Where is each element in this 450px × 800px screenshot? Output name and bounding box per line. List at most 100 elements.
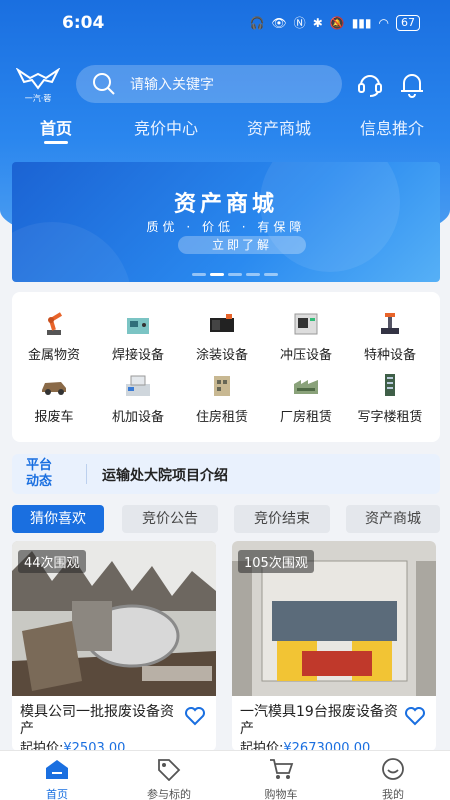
carousel-dot-active[interactable]	[210, 273, 224, 276]
bottom-nav-home[interactable]: 首页	[12, 757, 102, 800]
filter-tab-auction-ended[interactable]: 竞价结束	[234, 505, 330, 533]
listing-card[interactable]: 105次围观 一汽模具19台报废设备资产 起拍价:¥2673000.00	[232, 541, 436, 751]
brand-logo[interactable]: 一汽·蓉	[15, 67, 61, 104]
search-bar[interactable]: 请输入关键字	[76, 65, 342, 103]
tab-label: 首页	[40, 119, 73, 138]
category-label: 涂装设备	[195, 348, 248, 363]
top-header: 一汽·蓉 请输入关键字	[0, 62, 450, 106]
scrap-car-icon	[42, 382, 66, 395]
category-metal-materials[interactable]: 金属物资	[12, 310, 96, 363]
bottom-nav-label: 参与标的	[147, 788, 191, 800]
bottom-nav-label: 我的	[382, 788, 404, 800]
tab-label: 信息推介	[360, 119, 425, 138]
category-label: 金属物资	[27, 348, 80, 363]
banner-title: 资产商城	[173, 192, 278, 217]
carousel-dot[interactable]	[228, 273, 242, 276]
carousel-dot[interactable]	[246, 273, 260, 276]
news-divider	[86, 464, 87, 484]
office-icon	[385, 374, 395, 396]
robot-arm-icon	[47, 312, 63, 335]
category-label: 写字楼租赁	[357, 410, 423, 425]
tab-asset-mall[interactable]: 资产商城	[247, 115, 311, 139]
battery-indicator: 67	[396, 14, 420, 31]
housing-icon	[214, 376, 230, 396]
bottom-nav-participating[interactable]: 参与标的	[124, 757, 214, 800]
view-count-badge: 44次围观	[18, 550, 86, 573]
bottom-nav-profile[interactable]: 我的	[348, 757, 438, 800]
headphones-icon: 🎧	[249, 15, 265, 30]
category-label: 机加设备	[111, 410, 164, 425]
category-office-rental[interactable]: 写字楼租赁	[348, 372, 432, 425]
news-headline[interactable]: 运输处大院项目介绍	[102, 465, 228, 485]
listing-title: 模具公司一批报废设备资产	[20, 704, 174, 737]
bottom-nav-cart[interactable]: 购物车	[236, 757, 326, 800]
tab-label: 资产商城	[247, 119, 312, 138]
special-equipment-icon	[381, 313, 399, 334]
filter-tab-auction-notice[interactable]: 竞价公告	[122, 505, 218, 533]
carousel-dot[interactable]	[264, 273, 278, 276]
bottom-nav-label: 购物车	[264, 788, 298, 800]
status-time: 6:04	[62, 13, 105, 33]
cart-icon	[270, 759, 294, 779]
logo-text: 一汽·蓉	[24, 94, 52, 103]
wifi-icon: ◠	[378, 15, 389, 30]
heart-icon[interactable]	[184, 706, 206, 726]
search-icon	[93, 73, 115, 95]
category-machining-equipment[interactable]: 机加设备	[96, 372, 180, 425]
category-welding-equipment[interactable]: 焊接设备	[96, 310, 180, 363]
tab-info-promotion[interactable]: 信息推介	[360, 115, 424, 139]
category-stamping-equipment[interactable]: 冲压设备	[264, 310, 348, 363]
listing-title: 一汽模具19台报废设备资产	[240, 704, 398, 737]
carousel-indicator	[192, 273, 278, 276]
filter-tab-asset-mall[interactable]: 资产商城	[346, 505, 440, 533]
filter-tabs: 猜你喜欢 竞价公告 竞价结束 资产商城	[0, 505, 450, 533]
category-grid: 金属物资 焊接设备 涂装设备 冲压设备 特种设备 报废车 机加设备 住房租赁 厂…	[12, 292, 440, 442]
category-special-equipment[interactable]: 特种设备	[348, 310, 432, 363]
mute-icon: 🔕	[329, 15, 345, 30]
heart-icon[interactable]	[404, 706, 426, 726]
filter-tab-recommended[interactable]: 猜你喜欢	[12, 505, 104, 533]
tab-home[interactable]: 首页	[40, 115, 73, 144]
category-painting-equipment[interactable]: 涂装设备	[180, 310, 264, 363]
tag-icon	[158, 759, 181, 782]
status-icons: 🎧 👁 Ⓝ ✱ 🔕 ▮▮▮ ◠ 67	[249, 14, 420, 31]
carousel-dot[interactable]	[192, 273, 206, 276]
listing-price: 起拍价:¥2503.00	[20, 737, 125, 751]
category-factory-rental[interactable]: 厂房租赁	[264, 372, 348, 425]
factory-icon	[294, 380, 318, 394]
machining-icon	[126, 375, 150, 396]
category-label: 报废车	[34, 410, 74, 425]
active-tab-indicator	[44, 141, 68, 144]
tab-label: 竞价中心	[134, 119, 199, 138]
category-housing-rental[interactable]: 住房租赁	[180, 372, 264, 425]
category-label: 厂房租赁	[279, 410, 332, 425]
listing-price: 起拍价:¥2673000.00	[240, 737, 370, 751]
home-icon	[46, 760, 68, 779]
category-label: 冲压设备	[279, 348, 332, 363]
search-placeholder: 请输入关键字	[130, 77, 214, 93]
bottom-nav: 首页 参与标的 购物车 我的	[0, 750, 450, 800]
banner-learn-more-button[interactable]: 立即了解	[178, 236, 306, 254]
nfc-icon: Ⓝ	[293, 16, 306, 30]
welding-machine-icon	[127, 318, 149, 334]
main-nav-tabs: 首页 竞价中心 资产商城 信息推介	[0, 115, 450, 155]
bell-icon[interactable]	[398, 70, 426, 98]
category-label: 特种设备	[363, 348, 416, 363]
signal-icon: ▮▮▮	[351, 15, 372, 30]
view-count-badge: 105次围观	[238, 550, 314, 573]
profile-icon	[382, 758, 404, 780]
paint-equipment-icon	[210, 314, 234, 332]
category-label: 住房租赁	[195, 410, 248, 425]
eye-icon: 👁	[271, 15, 287, 30]
logo-icon	[15, 67, 61, 90]
platform-news-bar[interactable]: 平台动态 运输处大院项目介绍	[12, 454, 440, 494]
status-bar: 6:04 🎧 👁 Ⓝ ✱ 🔕 ▮▮▮ ◠ 67	[0, 0, 450, 46]
listing-card[interactable]: 44次围观 模具公司一批报废设备资产 起拍价:¥2503.00	[12, 541, 216, 751]
bluetooth-icon: ✱	[312, 15, 323, 30]
bottom-nav-label: 首页	[46, 788, 68, 800]
promo-banner[interactable]: 资产商城 质优 · 价低 · 有保障 立即了解	[12, 162, 440, 282]
tab-bidding-center[interactable]: 竞价中心	[134, 115, 198, 139]
category-scrap-vehicles[interactable]: 报废车	[12, 372, 96, 425]
banner-subtitle: 质优 · 价低 · 有保障	[146, 220, 306, 234]
customer-service-icon[interactable]	[356, 70, 384, 98]
